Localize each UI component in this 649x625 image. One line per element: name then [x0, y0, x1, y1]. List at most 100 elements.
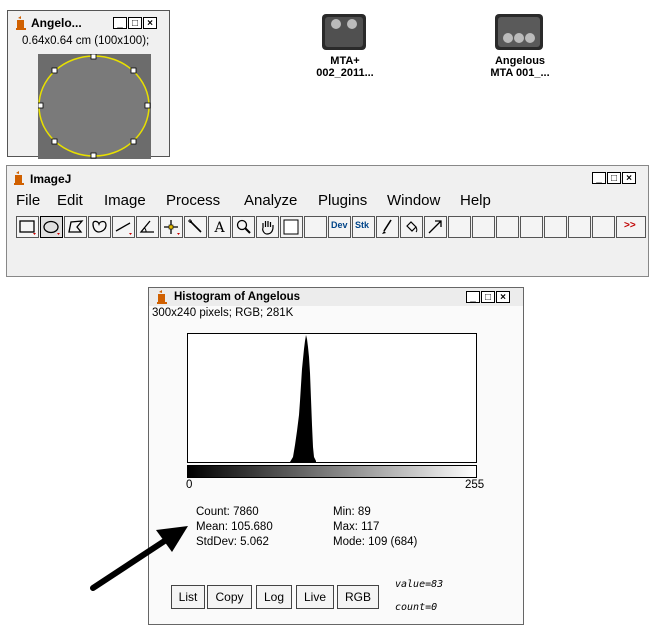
- maximize-button[interactable]: □: [128, 17, 142, 29]
- imagej-app-icon: [14, 171, 24, 185]
- rectangle-icon: [19, 220, 36, 235]
- close-button[interactable]: ×: [622, 172, 636, 184]
- stat-min: Min: 89: [333, 506, 371, 518]
- stat-mean: Mean: 105.680: [196, 521, 273, 533]
- imagej-app-icon: [157, 290, 167, 304]
- magnifier-icon: [236, 219, 251, 234]
- brush-icon: [382, 219, 392, 234]
- dev-tool-label: Dev: [331, 220, 348, 230]
- histogram-gradient-bar: [187, 465, 477, 478]
- histogram-info: 300x240 pixels; RGB; 281K: [152, 307, 294, 319]
- oval-icon: [43, 220, 60, 235]
- menu-analyze[interactable]: Analyze: [244, 192, 297, 209]
- cursor-value: value=83: [395, 579, 444, 590]
- arrow-icon: [428, 220, 442, 234]
- stat-mode: Mode: 109 (684): [333, 536, 418, 548]
- imagej-app-icon: [16, 16, 26, 30]
- color-swatch-icon: [283, 219, 299, 235]
- blank-tool-6[interactable]: [544, 216, 567, 238]
- text-tool[interactable]: A: [208, 216, 231, 238]
- desktop-icon-label-2: Angelous MTA 001_...: [470, 55, 570, 79]
- blank-tool-5[interactable]: [520, 216, 543, 238]
- more-tools-button[interactable]: >>: [616, 216, 646, 238]
- blank-tool[interactable]: [304, 216, 327, 238]
- axis-max-label: 255: [465, 479, 485, 491]
- image-file-icon: [322, 14, 366, 50]
- histogram-window-controls: _ □ ×: [466, 291, 510, 303]
- line-icon: [115, 222, 132, 235]
- blank-tool-2[interactable]: [448, 216, 471, 238]
- freehand-icon: [92, 220, 107, 233]
- maximize-button[interactable]: □: [607, 172, 621, 184]
- wand-tool[interactable]: [184, 216, 207, 238]
- hand-icon: [262, 221, 274, 235]
- stat-stddev: StdDev: 5.062: [196, 536, 269, 548]
- image-window-controls: _ □ ×: [113, 17, 157, 29]
- image-window: Angelo... _ □ × 0.64x0.64 cm (100x100);: [7, 10, 170, 159]
- menu-help[interactable]: Help: [460, 192, 491, 209]
- desktop-icon-label-line: 002_2011...: [316, 67, 374, 79]
- arrow-tool[interactable]: [424, 216, 447, 238]
- rectangle-tool[interactable]: [16, 216, 39, 238]
- flood-fill-tool[interactable]: [400, 216, 423, 238]
- close-button[interactable]: ×: [143, 17, 157, 29]
- imagej-window-controls: _ □ ×: [592, 172, 636, 184]
- desktop-icon-label-line: Angelous: [494, 55, 546, 67]
- point-tool[interactable]: [160, 216, 183, 238]
- stk-tool[interactable]: Stk: [352, 216, 375, 238]
- annotation-arrow: [90, 526, 188, 591]
- angle-tool[interactable]: [136, 216, 159, 238]
- stat-max: Max: 117: [333, 521, 380, 533]
- oval-tool[interactable]: [40, 216, 63, 238]
- polygon-icon: [68, 220, 84, 233]
- imagej-title: ImageJ: [30, 172, 72, 186]
- histogram-plot: [187, 333, 477, 463]
- crosshair-icon: [164, 220, 180, 235]
- hand-tool[interactable]: [256, 216, 279, 238]
- minimize-button[interactable]: _: [113, 17, 127, 29]
- dev-tool[interactable]: Dev: [328, 216, 351, 238]
- image-canvas[interactable]: [38, 54, 151, 159]
- maximize-button[interactable]: □: [481, 291, 495, 303]
- text-icon: A: [213, 220, 225, 236]
- svg-text:A: A: [213, 220, 225, 236]
- desktop-icon-label-line: MTA+: [330, 55, 360, 67]
- menu-plugins[interactable]: Plugins: [318, 192, 367, 209]
- blank-tool-7[interactable]: [568, 216, 591, 238]
- stk-tool-label: Stk: [355, 220, 370, 230]
- axis-min-label: 0: [186, 479, 193, 491]
- minimize-button[interactable]: _: [466, 291, 480, 303]
- desktop-icon-mta-plus[interactable]: MTA+ 002_2011...: [300, 12, 390, 82]
- desktop-icon-angelous[interactable]: Angelous MTA 001_...: [470, 12, 570, 82]
- desktop-icon-label-line: MTA 001_...: [490, 67, 550, 79]
- live-button[interactable]: Live: [296, 585, 334, 609]
- blank-tool-3[interactable]: [472, 216, 495, 238]
- polygon-tool[interactable]: [64, 216, 87, 238]
- minimize-button[interactable]: _: [592, 172, 606, 184]
- blank-tool-4[interactable]: [496, 216, 519, 238]
- image-window-title: Angelo...: [31, 16, 82, 30]
- copy-button[interactable]: Copy: [207, 585, 252, 609]
- menu-window[interactable]: Window: [387, 192, 440, 209]
- rgb-button[interactable]: RGB: [337, 585, 379, 609]
- desktop-icon-label-1: MTA+ 002_2011...: [300, 55, 390, 79]
- wand-icon: [188, 219, 202, 233]
- more-tools-label: >>: [624, 220, 636, 231]
- cursor-count: count=0: [395, 602, 438, 613]
- image-file-icon: [495, 14, 543, 50]
- menu-image[interactable]: Image: [104, 192, 146, 209]
- color-picker-tool[interactable]: [280, 216, 303, 238]
- stat-count: Count: 7860: [196, 506, 259, 518]
- line-tool[interactable]: [112, 216, 135, 238]
- freehand-tool[interactable]: [88, 216, 111, 238]
- image-window-info: 0.64x0.64 cm (100x100);: [22, 35, 150, 47]
- menu-process[interactable]: Process: [166, 192, 220, 209]
- menu-edit[interactable]: Edit: [57, 192, 83, 209]
- blank-tool-8[interactable]: [592, 216, 615, 238]
- histogram-title: Histogram of Angelous: [174, 291, 301, 303]
- log-button[interactable]: Log: [256, 585, 292, 609]
- menu-file[interactable]: File: [16, 192, 40, 209]
- zoom-tool[interactable]: [232, 216, 255, 238]
- close-button[interactable]: ×: [496, 291, 510, 303]
- brush-tool[interactable]: [376, 216, 399, 238]
